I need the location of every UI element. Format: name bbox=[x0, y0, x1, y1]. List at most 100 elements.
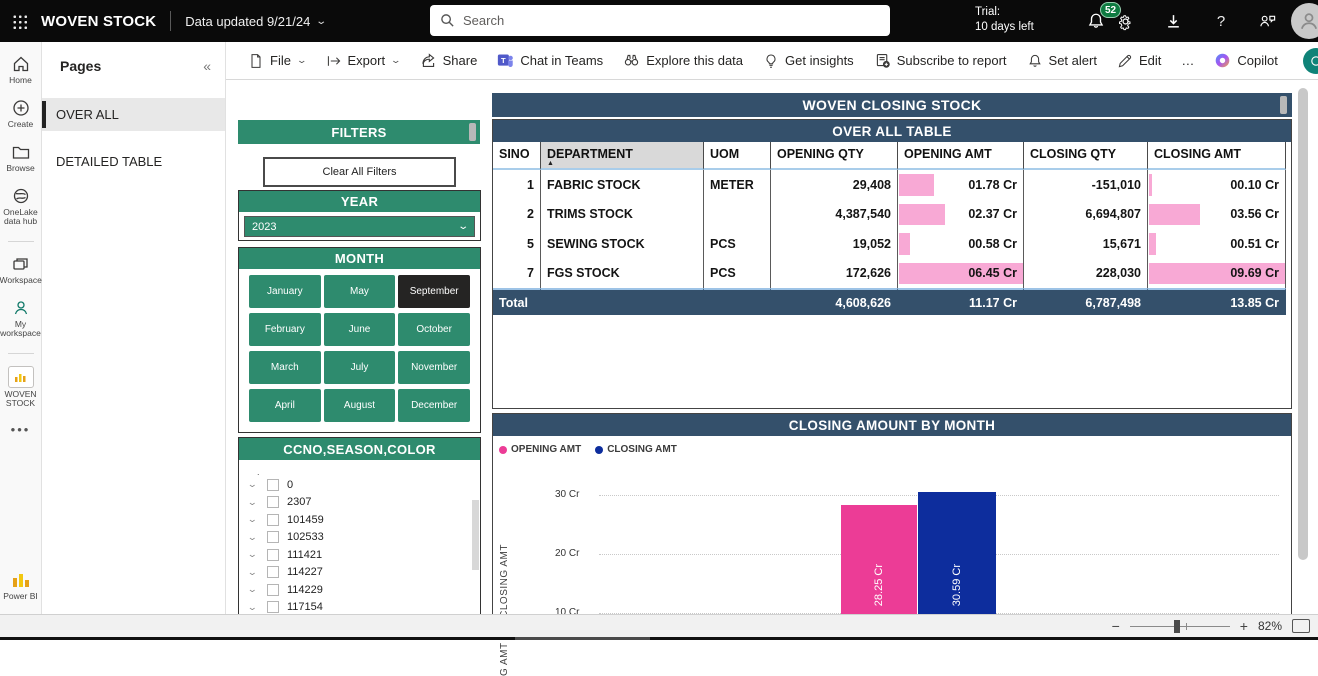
y-axis-title: G AMT and CLOSING AMT bbox=[499, 544, 510, 676]
month-button-january[interactable]: January bbox=[249, 275, 321, 308]
toolbar-item-set-alert[interactable]: Set alert bbox=[1019, 48, 1105, 74]
page-scrollbar-track[interactable] bbox=[1296, 80, 1310, 614]
title-scrollbar-thumb[interactable] bbox=[1280, 96, 1287, 114]
page-item-detailed-table[interactable]: DETAILED TABLE bbox=[42, 145, 225, 178]
app-launcher-icon[interactable] bbox=[12, 14, 27, 29]
rail-item-woven-stock[interactable]: WOVEN STOCK bbox=[0, 366, 42, 408]
expand-chevron-icon[interactable]: ⌄ bbox=[247, 602, 261, 613]
ccno-item-label: 102533 bbox=[287, 531, 324, 543]
table-cell-value: 29,408 bbox=[853, 178, 891, 192]
rail-item-browse[interactable]: Browse bbox=[0, 142, 42, 173]
help-icon[interactable]: ? bbox=[1209, 9, 1233, 33]
filters-scrollbar-thumb[interactable] bbox=[469, 123, 476, 141]
page-scrollbar-thumb[interactable] bbox=[1298, 88, 1308, 560]
legend-item-opening-amt[interactable]: OPENING AMT bbox=[499, 444, 581, 455]
data-updated-menu[interactable]: Data updated 9/21/24 ⌄ bbox=[185, 14, 325, 29]
month-button-december[interactable]: December bbox=[398, 389, 470, 422]
chevron-down-icon: ⌄ bbox=[457, 221, 469, 232]
column-header-opening-amt[interactable]: OPENING AMT bbox=[898, 142, 1024, 170]
rail-item-create[interactable]: Create bbox=[0, 98, 42, 129]
month-button-march[interactable]: March bbox=[249, 351, 321, 384]
opening-amt-databar bbox=[899, 174, 934, 196]
toolbar-item-label: Share bbox=[443, 53, 478, 68]
ccno-checkbox[interactable] bbox=[267, 531, 279, 543]
ccno-checkbox[interactable] bbox=[267, 584, 279, 596]
month-button-july[interactable]: July bbox=[324, 351, 396, 384]
collapse-pane-icon[interactable]: « bbox=[203, 58, 211, 74]
column-header-department[interactable]: DEPARTMENT▲ bbox=[541, 142, 704, 170]
toolbar-item-explore-this-data[interactable]: Explore this data bbox=[615, 47, 751, 74]
toolbar-item-label: Get insights bbox=[785, 53, 854, 68]
expand-chevron-icon[interactable]: ⌄ bbox=[247, 497, 261, 508]
month-button-may[interactable]: May bbox=[324, 275, 396, 308]
copilot-pane-button[interactable] bbox=[1303, 48, 1318, 74]
ccno-checkbox[interactable] bbox=[267, 566, 279, 578]
zoom-slider-thumb[interactable] bbox=[1174, 620, 1180, 633]
global-search[interactable] bbox=[430, 5, 890, 36]
rail-item-onelake-data-hub[interactable]: OneLake data hub bbox=[0, 186, 42, 226]
search-input[interactable] bbox=[463, 13, 843, 28]
expand-chevron-icon[interactable]: ⌄ bbox=[247, 567, 261, 578]
toolbar-item-[interactable]: … bbox=[1173, 48, 1202, 73]
table-cell: 172,626 bbox=[771, 259, 898, 289]
year-dropdown[interactable]: 2023 ⌄ bbox=[244, 216, 475, 237]
column-header-sino[interactable]: SINO bbox=[493, 142, 541, 170]
column-header-opening-qty[interactable]: OPENING QTY bbox=[771, 142, 898, 170]
download-icon[interactable] bbox=[1161, 9, 1185, 33]
month-button-october[interactable]: October bbox=[398, 313, 470, 346]
toolbar-item-get-insights[interactable]: Get insights bbox=[755, 48, 862, 74]
toolbar-item-share[interactable]: Share bbox=[412, 47, 486, 74]
toolbar-item-export[interactable]: Export⌄ bbox=[318, 48, 408, 74]
fit-to-page-icon[interactable] bbox=[1292, 619, 1310, 633]
month-button-june[interactable]: June bbox=[324, 313, 396, 346]
ccno-checkbox[interactable] bbox=[267, 549, 279, 561]
toolbar-item-chat-in-teams[interactable]: TChat in Teams bbox=[489, 47, 611, 74]
chart-bar-opening-amt[interactable]: 28.25 Cr bbox=[841, 505, 917, 614]
clear-all-filters-button[interactable]: Clear All Filters bbox=[263, 157, 456, 187]
ccno-checkbox[interactable] bbox=[267, 601, 279, 613]
toolbar-item-subscribe-to-report[interactable]: Subscribe to report bbox=[866, 47, 1015, 74]
user-avatar[interactable] bbox=[1291, 3, 1318, 39]
month-button-september[interactable]: September bbox=[398, 275, 470, 308]
toolbar-item-edit[interactable]: Edit bbox=[1109, 48, 1169, 74]
pages-panel: Pages « OVER ALLDETAILED TABLE bbox=[42, 42, 226, 614]
month-button-august[interactable]: August bbox=[324, 389, 396, 422]
column-header-closing-amt[interactable]: CLOSING AMT bbox=[1148, 142, 1286, 170]
rail-item-home[interactable]: Home bbox=[0, 54, 42, 85]
month-button-april[interactable]: April bbox=[249, 389, 321, 422]
column-header-closing-qty[interactable]: CLOSING QTY bbox=[1024, 142, 1148, 170]
zoom-in-button[interactable]: + bbox=[1240, 616, 1248, 636]
chart-bar-closing-amt[interactable]: 30.59 Cr bbox=[918, 492, 996, 614]
chart-plot-area: G AMT and CLOSING AMT 30 Cr20 Cr10 Cr28.… bbox=[493, 466, 1291, 614]
zoom-out-button[interactable]: − bbox=[1112, 616, 1120, 636]
zoom-slider[interactable] bbox=[1130, 626, 1230, 627]
legend-item-closing-amt[interactable]: CLOSING AMT bbox=[595, 444, 677, 455]
rail-item-workspaces[interactable]: Workspaces bbox=[0, 254, 42, 285]
rail-item-more[interactable]: ••• bbox=[0, 421, 42, 439]
toolbar-item-file[interactable]: File⌄ bbox=[240, 48, 314, 74]
rail-item-power-bi[interactable]: Power BI bbox=[0, 568, 42, 601]
page-item-over-all[interactable]: OVER ALL bbox=[42, 98, 225, 131]
toolbar-item-copilot[interactable]: Copilot bbox=[1206, 47, 1285, 74]
expand-chevron-icon[interactable]: ⌄ bbox=[247, 584, 261, 595]
table-cell: 00.58 Cr bbox=[898, 229, 1024, 259]
feedback-icon[interactable] bbox=[1255, 9, 1279, 33]
ccno-scrollbar-thumb[interactable] bbox=[472, 500, 479, 570]
expand-chevron-icon[interactable]: ⌄ bbox=[247, 514, 261, 525]
month-slicer-header: MONTH bbox=[239, 248, 480, 269]
rail-item-my-workspace[interactable]: My workspace bbox=[0, 298, 42, 338]
month-button-february[interactable]: February bbox=[249, 313, 321, 346]
ccno-checkbox[interactable] bbox=[267, 514, 279, 526]
ccno-checkbox[interactable] bbox=[267, 496, 279, 508]
ccno-checkbox[interactable] bbox=[267, 479, 279, 491]
file-icon bbox=[248, 53, 264, 69]
column-header-uom[interactable]: UOM bbox=[704, 142, 771, 170]
settings-gear-icon[interactable] bbox=[1113, 9, 1137, 33]
expand-chevron-icon[interactable]: ⌄ bbox=[247, 479, 261, 490]
table-cell-value: 09.69 Cr bbox=[1230, 266, 1279, 280]
expand-chevron-icon[interactable]: ⌄ bbox=[247, 532, 261, 543]
year-slicer-header: YEAR bbox=[239, 191, 480, 212]
chart-legend: OPENING AMT CLOSING AMT bbox=[493, 436, 1291, 455]
month-button-november[interactable]: November bbox=[398, 351, 470, 384]
expand-chevron-icon[interactable]: ⌄ bbox=[247, 549, 261, 560]
